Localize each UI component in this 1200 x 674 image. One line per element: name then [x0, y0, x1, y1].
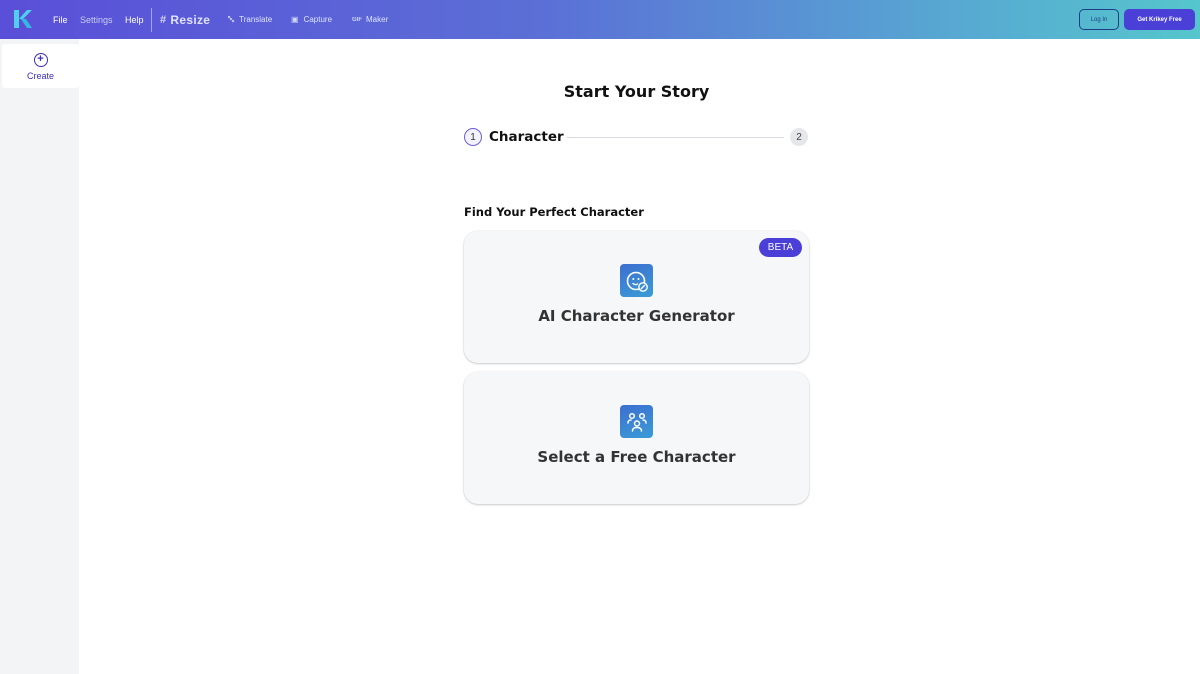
tool-capture-label: Capture	[303, 15, 333, 24]
tool-gif-maker-label: Maker	[366, 15, 389, 24]
page-title: Start Your Story	[563, 82, 710, 101]
gif-icon: GIF	[352, 16, 362, 23]
tool-capture[interactable]: ▣ Capture	[291, 0, 332, 39]
characters-icon	[620, 405, 653, 438]
sidebar: + Create	[0, 39, 79, 674]
ai-character-generator-card[interactable]: BETA AI Character Generator	[464, 231, 809, 363]
free-character-label: Select a Free Character	[537, 448, 736, 466]
stepper: 1 Character 2	[464, 128, 809, 146]
face-edit-icon	[620, 264, 653, 297]
step-connector	[567, 137, 784, 138]
tool-translate[interactable]: 🔤︎ Translate	[228, 0, 272, 39]
menu-divider	[151, 8, 152, 32]
k-logo-icon[interactable]	[12, 9, 32, 29]
menu-help-label: Help	[125, 14, 144, 25]
step-1-label: Character	[489, 129, 564, 145]
sidebar-item-label: Create	[26, 71, 54, 81]
step-2-indicator[interactable]: 2	[790, 128, 808, 146]
tool-resize-label: Resize	[170, 12, 211, 27]
get-free-button-label: Get Krikey Free	[1137, 16, 1182, 23]
top-bar: File Settings Help # Resize 🔤︎ Translate…	[0, 0, 1200, 39]
login-button-label: Log In	[1090, 16, 1108, 23]
beta-badge: BETA	[759, 238, 802, 257]
camera-icon: ▣	[291, 15, 299, 24]
plus-circle-icon: +	[33, 53, 48, 67]
ai-character-generator-label: AI Character Generator	[538, 307, 735, 325]
step-2-number: 2	[796, 131, 802, 143]
section-heading: Find Your Perfect Character	[464, 205, 644, 219]
tool-translate-label: Translate	[239, 15, 273, 24]
sidebar-item-create[interactable]: + Create	[2, 44, 79, 88]
free-character-card[interactable]: Select a Free Character	[464, 372, 809, 504]
translate-icon: 🔤︎	[228, 14, 235, 24]
step-1-number: 1	[470, 131, 476, 143]
tool-resize[interactable]: # Resize	[160, 0, 210, 39]
step-1-indicator[interactable]: 1	[464, 128, 482, 146]
get-free-button[interactable]: Get Krikey Free	[1124, 9, 1195, 30]
menu-file[interactable]: File	[53, 0, 68, 39]
menu-settings-label: Settings	[80, 14, 113, 25]
resize-icon: #	[160, 13, 167, 26]
login-button[interactable]: Log In	[1079, 9, 1119, 30]
menu-help[interactable]: Help	[125, 0, 144, 39]
menu-file-label: File	[53, 14, 68, 25]
menu-settings[interactable]: Settings	[80, 0, 113, 39]
tool-gif-maker[interactable]: GIF Maker	[352, 0, 388, 39]
